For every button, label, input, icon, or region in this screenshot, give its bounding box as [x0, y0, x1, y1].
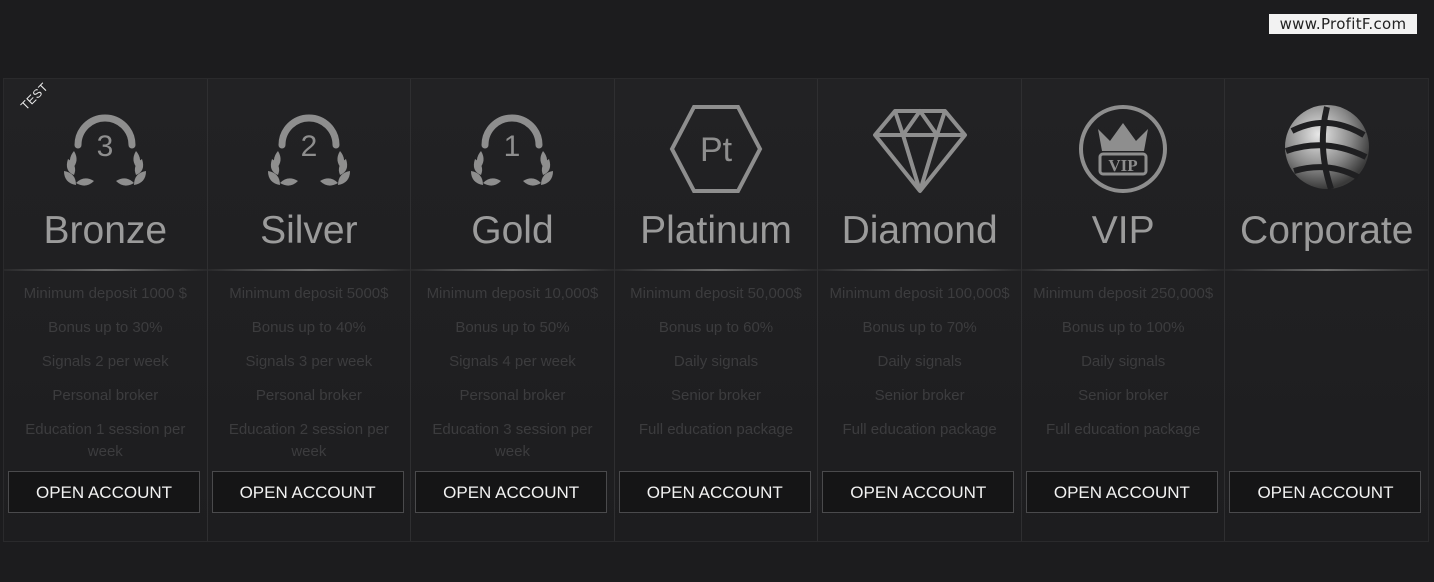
feature-signals: Daily signals [1081, 353, 1166, 370]
feature-signals: Daily signals [673, 353, 759, 370]
plan-name: Corporate [1240, 209, 1414, 252]
rank-label: 3 [97, 130, 114, 163]
plan-gold: 1 Gold Minimum deposit 10,000$ Bonus up … [411, 79, 615, 541]
feature-bonus: Bonus up to 60% [658, 319, 774, 336]
feature-broker: Personal broker [255, 387, 362, 404]
plan-bronze: TEST 3 Bronze Minimum deposit 1000 $ Bon… [4, 79, 208, 541]
feature-education: Full education package [638, 421, 794, 438]
divider [1225, 269, 1429, 271]
open-account-button[interactable]: OPEN ACCOUNT [618, 471, 811, 513]
feature-broker: Personal broker [52, 387, 159, 404]
feature-deposit: Minimum deposit 5000$ [229, 285, 389, 302]
plan-name: VIP [1091, 209, 1155, 252]
corporate-sphere-icon [1225, 99, 1428, 199]
feature-education: Full education package [842, 421, 997, 438]
feature-list: Minimum deposit 100,000$ Bonus up to 70%… [818, 283, 1021, 463]
feature-education: Education 1 session per week [25, 421, 186, 460]
diamond-icon [818, 99, 1021, 199]
feature-deposit: Minimum deposit 100,000$ [829, 285, 1010, 302]
feature-bonus: Bonus up to 100% [1061, 319, 1185, 336]
open-account-button[interactable]: OPEN ACCOUNT [8, 471, 200, 513]
divider [411, 269, 614, 271]
divider [207, 269, 411, 271]
divider [1021, 269, 1225, 271]
feature-broker: Senior broker [671, 387, 762, 404]
feature-broker: Senior broker [1078, 387, 1169, 404]
plan-silver: 2 Silver Minimum deposit 5000$ Bonus up … [207, 79, 412, 541]
open-account-button[interactable]: OPEN ACCOUNT [1229, 471, 1422, 513]
feature-bonus: Bonus up to 30% [48, 319, 163, 336]
feature-signals: Signals 2 per week [41, 353, 169, 370]
rank-label: 2 [301, 130, 318, 163]
feature-list: Minimum deposit 1000 $ Bonus up to 30% S… [4, 283, 207, 463]
feature-education: Full education package [1046, 421, 1201, 438]
vip-crown-icon: VIP [1022, 99, 1225, 199]
feature-signals: Daily signals [877, 353, 962, 370]
feature-bonus: Bonus up to 50% [455, 319, 570, 336]
open-account-button[interactable]: OPEN ACCOUNT [1025, 471, 1218, 513]
plan-name: Bronze [43, 209, 168, 252]
divider [4, 269, 207, 271]
feature-list: Minimum deposit 5000$ Bonus up to 40% Si… [208, 283, 411, 463]
plans-table: TEST 3 Bronze Minimum deposit 1000 $ Bon… [3, 78, 1429, 542]
feature-bonus: Bonus up to 40% [251, 319, 366, 336]
feature-education: Education 2 session per week [228, 421, 389, 460]
feature-broker: Personal broker [459, 387, 566, 404]
feature-deposit: Minimum deposit 1000 $ [23, 285, 187, 302]
plan-corporate: Corporate OPEN ACCOUNT [1225, 79, 1429, 541]
feature-deposit: Minimum deposit 250,000$ [1033, 285, 1214, 302]
watermark: www.ProfitF.com [1269, 14, 1417, 34]
feature-signals: Signals 4 per week [449, 353, 576, 370]
feature-list: Minimum deposit 250,000$ Bonus up to 100… [1022, 283, 1225, 463]
laurel-3-icon: 3 [4, 99, 207, 199]
open-account-button[interactable]: OPEN ACCOUNT [211, 471, 404, 513]
platinum-hexagon-icon: Pt [615, 99, 818, 199]
laurel-1-icon: 1 [411, 99, 614, 199]
feature-broker: Senior broker [874, 387, 965, 404]
plan-diamond: Diamond Minimum deposit 100,000$ Bonus u… [818, 79, 1022, 541]
divider [614, 269, 818, 271]
feature-list: Minimum deposit 10,000$ Bonus up to 50% … [411, 283, 614, 463]
plan-name: Diamond [841, 209, 998, 252]
feature-deposit: Minimum deposit 50,000$ [630, 285, 802, 302]
plan-name: Gold [471, 209, 554, 252]
feature-deposit: Minimum deposit 10,000$ [426, 285, 599, 302]
open-account-button[interactable]: OPEN ACCOUNT [822, 471, 1015, 513]
vip-label: VIP [1109, 156, 1138, 175]
divider [818, 269, 1021, 271]
laurel-2-icon: 2 [208, 99, 411, 199]
rank-label: 1 [504, 130, 521, 163]
plan-name: Platinum [640, 209, 792, 252]
plan-name: Silver [260, 209, 358, 252]
open-account-button[interactable]: OPEN ACCOUNT [415, 471, 608, 513]
feature-education: Education 3 session per week [432, 421, 593, 460]
feature-signals: Signals 3 per week [245, 353, 373, 370]
plan-vip: VIP VIP Minimum deposit 250,000$ Bonus u… [1021, 79, 1226, 541]
element-symbol: Pt [700, 131, 733, 169]
plan-platinum: Pt Platinum Minimum deposit 50,000$ Bonu… [614, 79, 819, 541]
feature-bonus: Bonus up to 70% [862, 319, 977, 336]
feature-list: Minimum deposit 50,000$ Bonus up to 60% … [615, 283, 818, 463]
